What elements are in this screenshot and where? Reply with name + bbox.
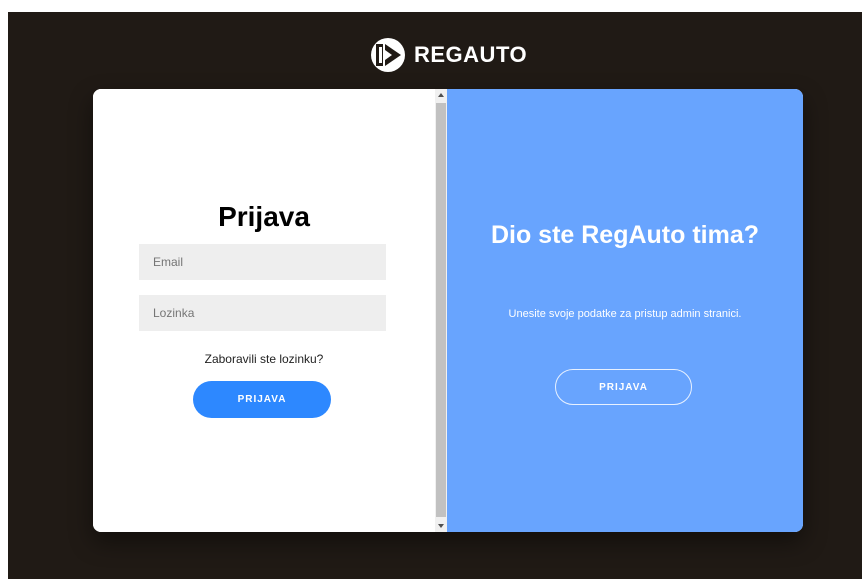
scroll-down-button[interactable]	[435, 520, 447, 532]
login-submit-button[interactable]: PRIJAVA	[193, 381, 331, 418]
login-title: Prijava	[218, 201, 310, 232]
scroll-up-button[interactable]	[435, 89, 447, 101]
overlay-description: Unesite svoje podatke za pristup admin s…	[508, 308, 742, 320]
overlay-title: Dio ste RegAuto tima?	[490, 221, 760, 249]
login-card: Prijava Zaboravili ste lozinku? PRIJAVA …	[93, 89, 803, 532]
brand-header: REGAUTO	[370, 38, 527, 72]
password-field[interactable]	[139, 295, 386, 331]
email-field[interactable]	[139, 244, 386, 280]
forgot-password-link[interactable]: Zaboravili ste lozinku?	[93, 352, 435, 366]
scroll-thumb[interactable]	[436, 103, 446, 517]
brand-name: REGAUTO	[414, 42, 528, 67]
arrow-up-icon	[438, 93, 444, 97]
overlay-panel: Dio ste RegAuto tima? Unesite svoje poda…	[447, 89, 803, 532]
page-background: REGAUTO Prijava Zaboravili ste lozinku? …	[8, 12, 862, 579]
login-form-panel: Prijava Zaboravili ste lozinku? PRIJAVA	[93, 89, 435, 532]
arrow-down-icon	[438, 524, 444, 528]
regauto-logo-icon	[371, 38, 405, 72]
form-scrollbar[interactable]	[435, 89, 447, 532]
overlay-login-button[interactable]: PRIJAVA	[555, 369, 692, 405]
